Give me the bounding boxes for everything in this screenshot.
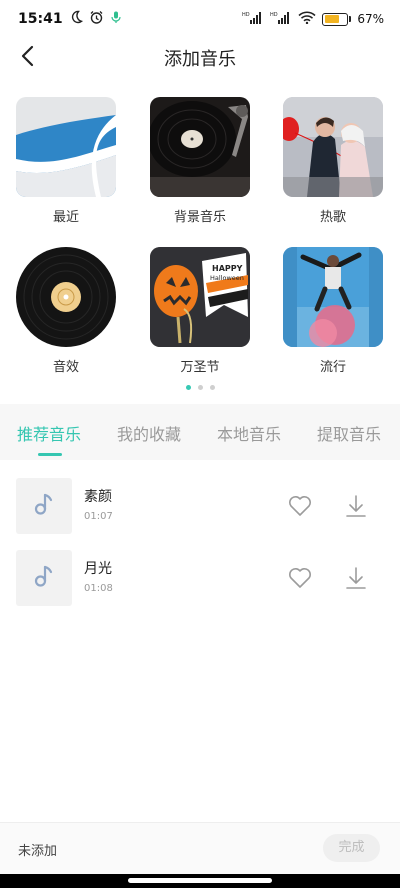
signal-icon: HD	[242, 11, 264, 27]
wifi-icon	[298, 11, 316, 27]
category-label: 最近	[52, 210, 79, 225]
song-title: 素颜	[84, 489, 112, 505]
song-title: 月光	[84, 561, 112, 577]
alarm-icon	[89, 10, 104, 29]
category-halloween[interactable]: HAPPY Halloween 万圣节	[150, 247, 250, 375]
tab-local[interactable]: 本地音乐	[217, 421, 281, 445]
svg-text:HD: HD	[270, 12, 278, 18]
music-note-icon	[33, 492, 55, 520]
category-label: 背景音乐	[173, 210, 226, 225]
page-dot	[209, 385, 215, 390]
download-icon[interactable]	[342, 564, 370, 592]
status-right: HD HD 67%	[242, 11, 384, 27]
done-button[interactable]: 完成	[323, 834, 380, 862]
category-hot-songs-art	[283, 97, 383, 197]
back-arrow-icon	[20, 45, 36, 71]
active-tab-indicator	[38, 453, 62, 456]
song-row[interactable]: 月光 01:08	[0, 550, 400, 622]
page-dot	[197, 385, 203, 390]
page-dot-active	[185, 385, 191, 390]
category-halloween-art: HAPPY Halloween	[150, 247, 250, 347]
pagination-dots	[0, 385, 400, 390]
category-recent[interactable]: 最近	[16, 97, 116, 225]
category-recent-art	[16, 97, 116, 197]
heart-icon[interactable]	[286, 564, 314, 592]
status-left: 15:41	[18, 10, 122, 29]
song-row[interactable]: 素颜 01:07	[0, 478, 400, 550]
home-indicator-bar	[0, 874, 400, 888]
category-pop-art	[283, 247, 383, 347]
song-duration: 01:08	[84, 583, 113, 594]
halloween-art-text-2: Halloween	[210, 274, 244, 282]
heart-icon[interactable]	[286, 492, 314, 520]
tab-favorites[interactable]: 我的收藏	[117, 421, 181, 445]
moon-icon	[69, 10, 83, 28]
bottom-bar: 未添加 完成	[0, 822, 400, 874]
song-cover	[16, 478, 72, 534]
status-time: 15:41	[18, 11, 63, 27]
back-button[interactable]	[12, 42, 44, 74]
status-bar: 15:41 HD HD 67%	[0, 0, 400, 38]
battery-icon	[322, 12, 352, 26]
category-sound-effects[interactable]: 音效	[16, 247, 116, 375]
category-sound-effects-art	[16, 247, 116, 347]
category-label: 热歌	[319, 210, 346, 225]
selection-status: 未添加	[18, 844, 58, 859]
halloween-art-text-1: HAPPY	[212, 264, 243, 273]
song-duration: 01:07	[84, 511, 113, 522]
category-background-music-art	[150, 97, 250, 197]
tab-recommended[interactable]: 推荐音乐	[17, 421, 81, 445]
tab-extract[interactable]: 提取音乐	[317, 421, 381, 445]
battery-percent: 67%	[357, 12, 384, 26]
category-hot-songs[interactable]: 热歌	[283, 97, 383, 225]
signal-icon: HD	[270, 11, 292, 27]
mic-icon	[110, 10, 122, 28]
category-label: 万圣节	[180, 360, 220, 375]
song-cover	[16, 550, 72, 606]
svg-text:HD: HD	[242, 12, 250, 18]
music-note-icon	[33, 564, 55, 592]
page-title: 添加音乐	[164, 49, 236, 70]
home-indicator[interactable]	[128, 878, 272, 883]
music-tabs: 推荐音乐 我的收藏 本地音乐 提取音乐	[0, 404, 400, 460]
download-icon[interactable]	[342, 492, 370, 520]
category-pop[interactable]: 流行	[283, 247, 383, 375]
category-label: 音效	[52, 360, 79, 375]
category-label: 流行	[319, 360, 346, 375]
header: 添加音乐	[0, 38, 400, 78]
category-background-music[interactable]: 背景音乐	[150, 97, 250, 225]
